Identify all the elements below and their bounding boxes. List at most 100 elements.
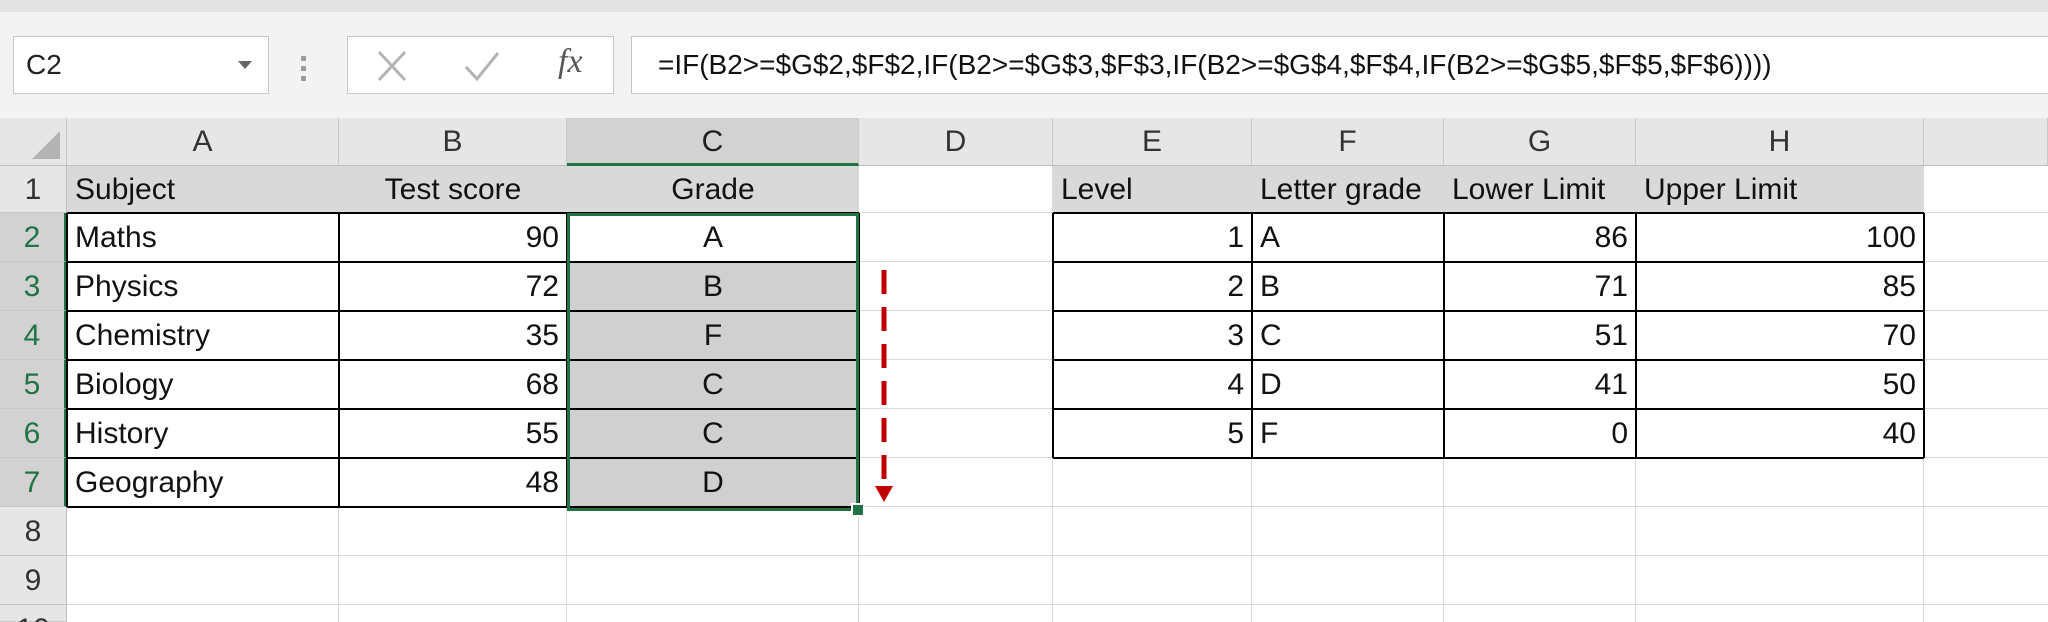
formula-bar-grip-icon[interactable] <box>301 56 307 82</box>
column-header-h[interactable]: H <box>1636 118 1924 166</box>
table-cell[interactable]: 0 <box>1444 409 1636 458</box>
grade-cell[interactable]: D <box>567 458 859 507</box>
cell-border <box>1052 213 1054 458</box>
row-header-9[interactable]: 9 <box>0 556 67 605</box>
cell-border <box>67 212 859 214</box>
table-cell[interactable]: 2 <box>1053 262 1252 311</box>
chevron-down-icon[interactable] <box>238 61 252 69</box>
header-cell[interactable]: Test score <box>339 166 567 213</box>
row-header-7[interactable]: 7 <box>0 458 67 507</box>
cell-border <box>67 310 859 312</box>
table-cell[interactable]: A <box>1252 213 1444 262</box>
cell-border <box>1053 457 1924 459</box>
cell-border <box>338 213 340 507</box>
excel-window: C2 fx =IF(B2>=$G$2,$F$2,IF(B2>=$G$3,$F$3… <box>0 0 2048 622</box>
cell-border <box>67 261 859 263</box>
row-header-2[interactable]: 2 <box>0 213 67 262</box>
formula-input[interactable]: =IF(B2>=$G$2,$F$2,IF(B2>=$G$3,$F$3,IF(B2… <box>631 36 2048 94</box>
name-box[interactable]: C2 <box>13 36 269 94</box>
select-all-corner[interactable] <box>0 118 67 166</box>
column-header-g[interactable]: G <box>1444 118 1636 166</box>
header-cell[interactable]: Letter grade <box>1252 166 1444 213</box>
cell-border <box>858 213 860 507</box>
table-cell[interactable]: 5 <box>1053 409 1252 458</box>
cell-border <box>67 359 859 361</box>
table-cell[interactable]: 1 <box>1053 213 1252 262</box>
cell-border <box>1923 213 1925 458</box>
column-header-c[interactable]: C <box>567 118 859 166</box>
header-cell[interactable]: Subject <box>67 166 339 213</box>
cell-border <box>66 213 68 507</box>
grade-cell[interactable]: C <box>567 409 859 458</box>
cell-border <box>1053 408 1924 410</box>
column-header-b[interactable]: B <box>339 118 567 166</box>
column-header-f[interactable]: F <box>1252 118 1444 166</box>
column-header-e[interactable]: E <box>1053 118 1252 166</box>
row-header-1[interactable]: 1 <box>0 166 67 213</box>
row-header-4[interactable]: 4 <box>0 311 67 360</box>
cell-border <box>1053 212 1924 214</box>
column-header-filler <box>1924 118 2048 166</box>
header-cell[interactable]: Upper Limit <box>1636 166 1924 213</box>
header-cell[interactable]: Grade <box>567 166 859 213</box>
table-cell[interactable]: 71 <box>1444 262 1636 311</box>
table-cell[interactable]: 4 <box>1053 360 1252 409</box>
table-cell[interactable]: B <box>1252 262 1444 311</box>
grade-cell[interactable]: A <box>567 213 859 262</box>
formula-buttons: fx <box>347 36 614 94</box>
cell-border <box>1053 359 1924 361</box>
table-cell[interactable]: 85 <box>1636 262 1924 311</box>
cell-border <box>1053 261 1924 263</box>
fill-handle[interactable] <box>851 503 865 517</box>
table-cell[interactable]: 40 <box>1636 409 1924 458</box>
table-cell[interactable]: 90 <box>339 213 567 262</box>
row-header-6[interactable]: 6 <box>0 409 67 458</box>
formula-bar-area: C2 fx =IF(B2>=$G$2,$F$2,IF(B2>=$G$3,$F$3… <box>0 12 2048 118</box>
table-cell[interactable]: 3 <box>1053 311 1252 360</box>
insert-function-icon[interactable]: fx <box>558 43 583 81</box>
table-cell[interactable]: F <box>1252 409 1444 458</box>
table-cell[interactable]: Physics <box>67 262 339 311</box>
grid-line <box>67 555 2048 556</box>
cell-border <box>1443 213 1445 458</box>
grid-line <box>67 604 2048 605</box>
row-header-10[interactable]: 10 <box>0 605 67 622</box>
cell-border <box>566 213 568 507</box>
cancel-icon[interactable] <box>370 47 414 85</box>
cell-border <box>67 506 859 508</box>
table-cell[interactable]: 55 <box>339 409 567 458</box>
table-cell[interactable]: 35 <box>339 311 567 360</box>
table-cell[interactable]: 72 <box>339 262 567 311</box>
table-cell[interactable]: 100 <box>1636 213 1924 262</box>
table-cell[interactable]: 70 <box>1636 311 1924 360</box>
column-header-d[interactable]: D <box>859 118 1053 166</box>
row-header-3[interactable]: 3 <box>0 262 67 311</box>
table-cell[interactable]: C <box>1252 311 1444 360</box>
table-cell[interactable]: 86 <box>1444 213 1636 262</box>
table-cell[interactable]: History <box>67 409 339 458</box>
row-header-5[interactable]: 5 <box>0 360 67 409</box>
table-cell[interactable]: Biology <box>67 360 339 409</box>
header-cell[interactable]: Level <box>1053 166 1252 213</box>
name-box-value: C2 <box>26 49 62 80</box>
table-cell[interactable]: Chemistry <box>67 311 339 360</box>
grade-cell[interactable]: B <box>567 262 859 311</box>
table-cell[interactable]: Maths <box>67 213 339 262</box>
table-cell[interactable]: 51 <box>1444 311 1636 360</box>
table-cell[interactable]: D <box>1252 360 1444 409</box>
table-cell[interactable]: 41 <box>1444 360 1636 409</box>
cell-border <box>1053 310 1924 312</box>
row-header-8[interactable]: 8 <box>0 507 67 556</box>
enter-check-icon[interactable] <box>460 47 504 85</box>
table-cell[interactable]: 68 <box>339 360 567 409</box>
table-cell[interactable]: Geography <box>67 458 339 507</box>
column-header-a[interactable]: A <box>67 118 339 166</box>
header-cell[interactable]: Lower Limit <box>1444 166 1636 213</box>
table-cell[interactable]: 50 <box>1636 360 1924 409</box>
cell-border <box>1635 213 1637 458</box>
grade-cell[interactable]: C <box>567 360 859 409</box>
fill-down-arrow-icon <box>875 270 893 502</box>
grade-cell[interactable]: F <box>567 311 859 360</box>
table-cell[interactable]: 48 <box>339 458 567 507</box>
cell-border <box>67 408 859 410</box>
